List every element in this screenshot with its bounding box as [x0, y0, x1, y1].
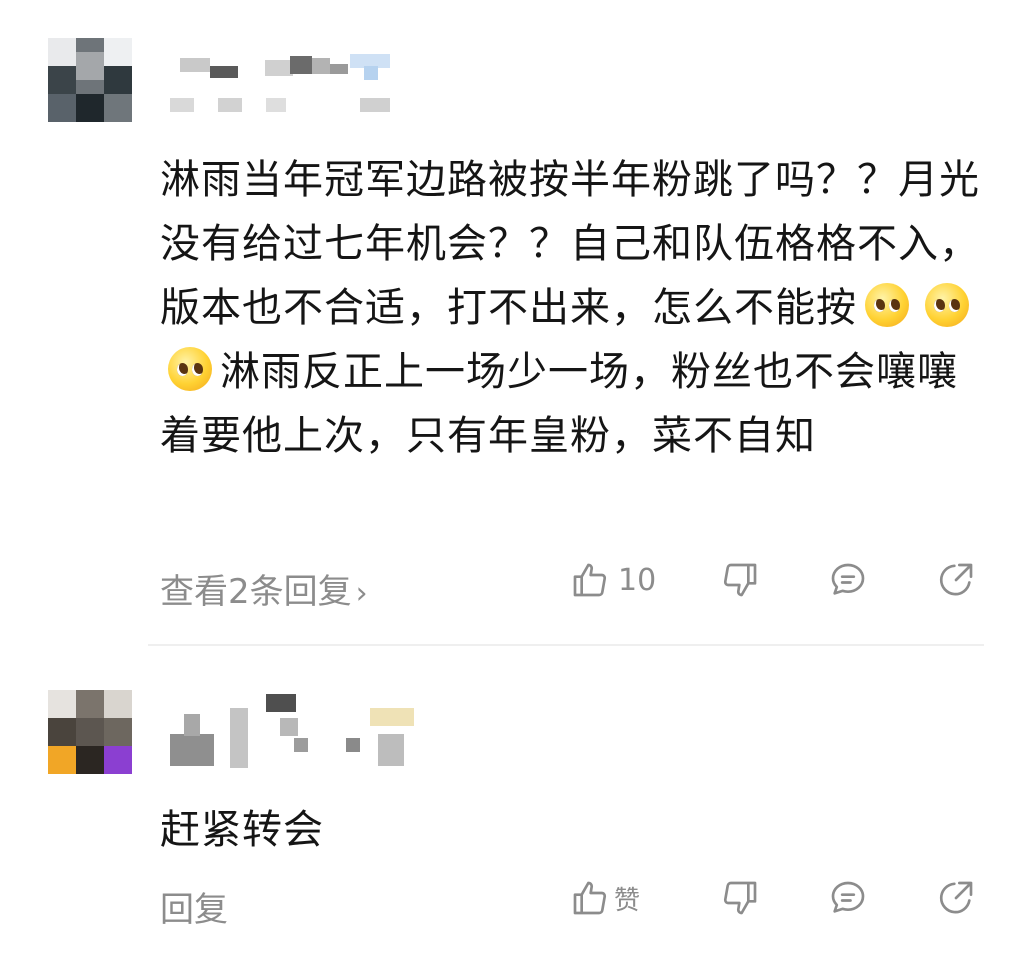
comment-actions: 查看2条回复 › 10 — [160, 558, 984, 612]
avatar[interactable] — [48, 690, 132, 774]
comment-bubble-icon — [828, 560, 868, 600]
username-pixelated[interactable] — [170, 694, 430, 778]
thumbs-down-icon — [720, 560, 760, 600]
timestamp-pixelated — [170, 98, 400, 118]
thumbs-down-icon — [720, 878, 760, 918]
comment-text: 赶紧转会 — [160, 798, 990, 862]
reply-label: 回复 — [160, 890, 228, 930]
dislike-button[interactable] — [720, 876, 760, 920]
chevron-right-icon: › — [355, 576, 368, 611]
divider — [148, 644, 984, 646]
avatar[interactable] — [48, 38, 132, 122]
thumbs-up-icon — [570, 878, 610, 918]
like-button[interactable]: 赞 — [570, 876, 640, 920]
comment-text: 淋雨当年冠军边路被按半年粉跳了吗？？月光没有给过七年机会？？自己和队伍格格不入，… — [160, 148, 990, 468]
comment-item: 淋雨当年冠军边路被按半年粉跳了吗？？月光没有给过七年机会？？自己和队伍格格不入，… — [0, 0, 1024, 648]
comment-text-part: 赶紧转会 — [160, 807, 324, 853]
comment-button[interactable] — [828, 558, 868, 602]
thumbs-up-icon — [570, 560, 610, 600]
comment-actions: 回复 赞 — [160, 876, 984, 930]
pleading-face-emoji — [925, 283, 969, 327]
share-icon — [936, 560, 976, 600]
view-replies-link[interactable]: 查看2条回复 › — [160, 564, 368, 613]
comment-button[interactable] — [828, 876, 868, 920]
comment-text-part: 淋雨反正上一场少一场，粉丝也不会嚷嚷着要他上次，只有年皇粉，菜不自知 — [160, 349, 958, 459]
comment-bubble-icon — [828, 878, 868, 918]
comment-text-part: 淋雨当年冠军边路被按半年粉跳了吗？？月光没有给过七年机会？？自己和队伍格格不入，… — [160, 157, 980, 331]
pleading-face-emoji — [865, 283, 909, 327]
reply-link[interactable]: 回复 — [160, 882, 228, 931]
like-button[interactable]: 10 — [570, 558, 656, 602]
share-button[interactable] — [936, 876, 976, 920]
like-count: 10 — [618, 562, 657, 598]
like-label: 赞 — [614, 885, 641, 916]
pleading-face-emoji — [168, 347, 212, 391]
comment-item: 赶紧转会 回复 赞 — [0, 648, 1024, 961]
dislike-button[interactable] — [720, 558, 760, 602]
username-pixelated[interactable] — [170, 50, 400, 90]
share-icon — [936, 878, 976, 918]
share-button[interactable] — [936, 558, 976, 602]
view-replies-label: 查看2条回复 — [160, 572, 352, 612]
